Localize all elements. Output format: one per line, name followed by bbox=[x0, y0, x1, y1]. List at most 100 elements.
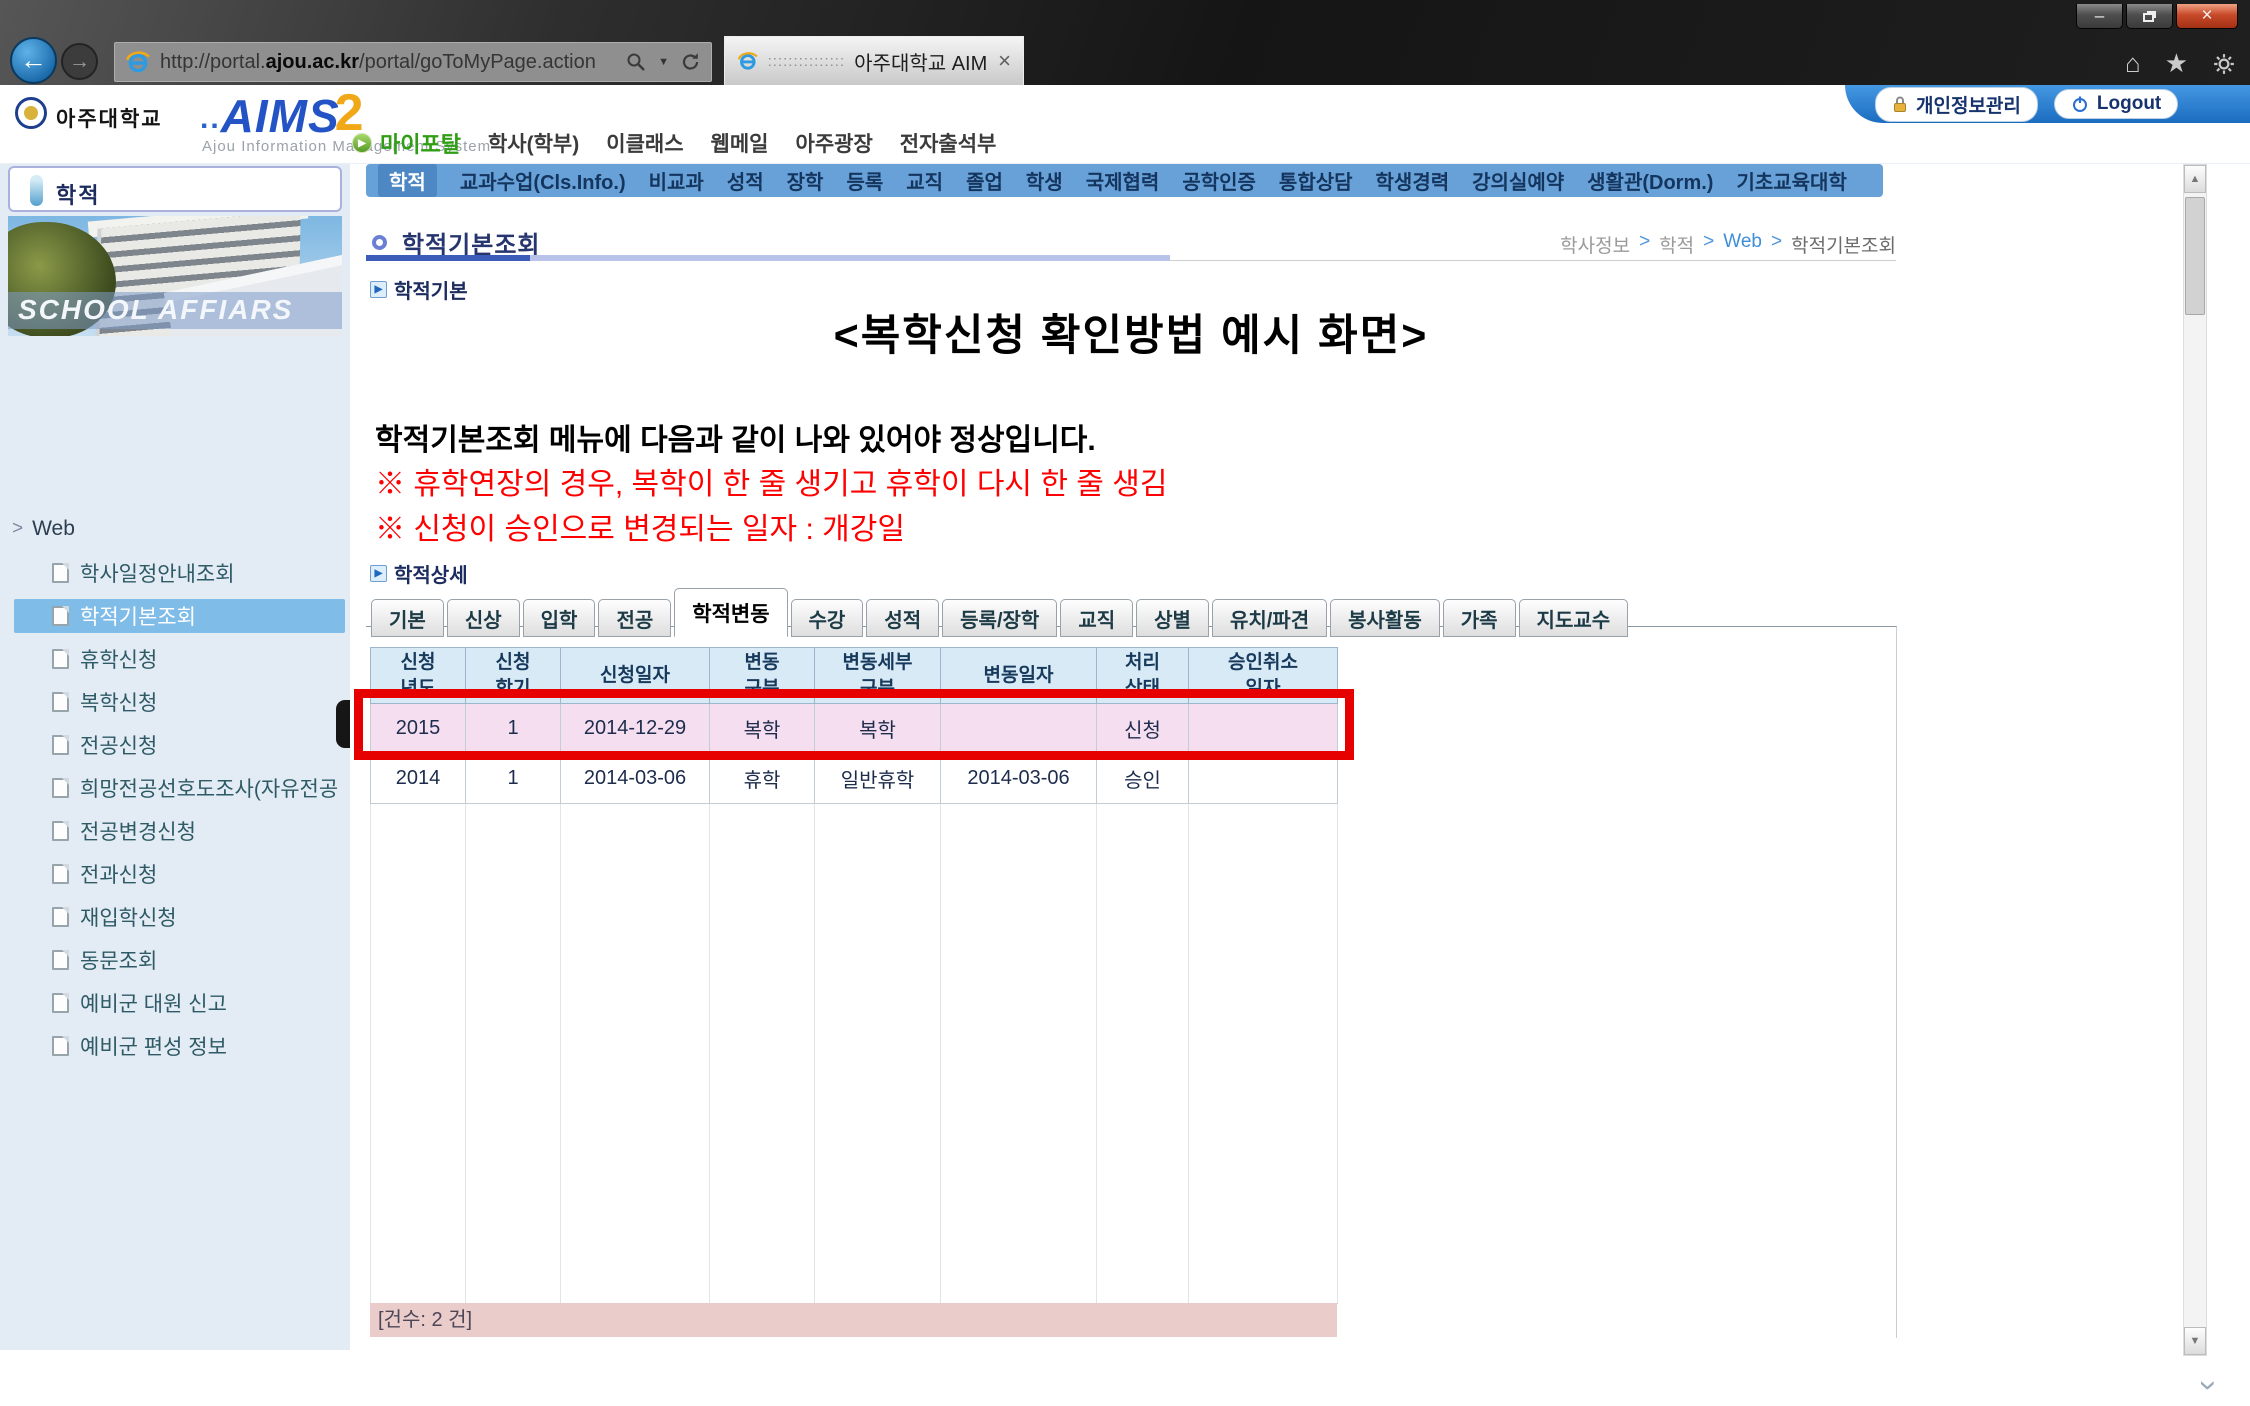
empty-cell bbox=[1097, 954, 1189, 1004]
menubar-item[interactable]: 학생 bbox=[1026, 166, 1063, 195]
empty-cell bbox=[466, 1204, 561, 1254]
header-nav-myportal[interactable]: ▶ 마이포탈 bbox=[352, 127, 461, 159]
header-nav-item[interactable]: 전자출석부 bbox=[900, 128, 997, 158]
vertical-scrollbar[interactable]: ▲ ▼ bbox=[2183, 164, 2207, 1356]
menubar-item[interactable]: 교직 bbox=[906, 166, 943, 195]
tab-item[interactable]: 유치/파견 bbox=[1212, 599, 1327, 637]
search-dropdown-icon[interactable]: ▼ bbox=[658, 56, 669, 68]
table-cell: 2014-03-06 bbox=[941, 754, 1097, 804]
refresh-icon[interactable] bbox=[681, 52, 701, 72]
sidebar-item[interactable]: 희망전공선호도조사(자유전공 bbox=[0, 771, 350, 805]
header-nav-item[interactable]: 웹메일 bbox=[711, 128, 769, 158]
header-nav-item[interactable]: 아주광장 bbox=[796, 128, 873, 158]
sidebar-item[interactable]: 학사일정안내조회 bbox=[0, 556, 350, 590]
logout-button[interactable]: Logout bbox=[2054, 89, 2178, 119]
tab-item[interactable]: 성적 bbox=[866, 599, 939, 637]
tab-item[interactable]: 지도교수 bbox=[1519, 599, 1629, 637]
sidebar-item[interactable]: 학적기본조회 bbox=[14, 599, 345, 633]
minimize-button[interactable]: – bbox=[2076, 4, 2123, 29]
back-button[interactable]: ← bbox=[10, 37, 57, 84]
menubar-item[interactable]: 교과수업(Cls.Info.) bbox=[460, 166, 626, 195]
tab-item[interactable]: 입학 bbox=[523, 599, 596, 637]
sidebar-group-label: Web bbox=[32, 517, 75, 541]
pill-icon bbox=[30, 175, 43, 206]
sidebar-item[interactable]: 예비군 편성 정보 bbox=[0, 1029, 350, 1063]
scroll-down-button[interactable]: ▼ bbox=[2184, 1327, 2206, 1355]
tab-item[interactable]: 학적변동 bbox=[674, 588, 787, 637]
close-button[interactable]: × bbox=[2176, 4, 2238, 29]
sidebar-group-web: > Web bbox=[12, 517, 75, 541]
table-empty-row bbox=[371, 1054, 1338, 1104]
empty-cell bbox=[371, 1104, 466, 1154]
tab-item[interactable]: 전공 bbox=[598, 599, 671, 637]
browser-tab[interactable]: ::::::::::::::: 아주대학교 AIM... × bbox=[724, 36, 1024, 85]
search-icon[interactable] bbox=[626, 52, 646, 72]
table-row[interactable]: 201412014-03-06휴학일반휴학2014-03-06승인 bbox=[371, 754, 1338, 804]
restore-button[interactable] bbox=[2126, 4, 2173, 29]
aims-logo: .. AIMS 2 bbox=[200, 87, 364, 139]
table-empty-row bbox=[371, 804, 1338, 854]
lock-icon bbox=[1892, 95, 1908, 113]
menubar-item[interactable]: 통합상담 bbox=[1279, 166, 1353, 195]
tab-item[interactable]: 가족 bbox=[1443, 599, 1516, 637]
tab-item[interactable]: 봉사활동 bbox=[1330, 599, 1440, 637]
tab-item[interactable]: 교직 bbox=[1060, 599, 1133, 637]
header-nav-item[interactable]: 학사(학부) bbox=[488, 128, 579, 158]
header-nav-item[interactable]: 이클래스 bbox=[606, 128, 683, 158]
sidebar-item[interactable]: 재입학신청 bbox=[0, 900, 350, 934]
menubar-item[interactable]: 졸업 bbox=[966, 166, 1003, 195]
empty-cell bbox=[466, 904, 561, 954]
document-icon bbox=[52, 864, 69, 884]
menubar-item[interactable]: 기초교육대학 bbox=[1736, 166, 1846, 195]
empty-cell bbox=[815, 904, 941, 954]
menubar-item[interactable]: 생활관(Dorm.) bbox=[1587, 166, 1713, 195]
privacy-management-button[interactable]: 개인정보관리 bbox=[1875, 87, 2038, 122]
menubar-item[interactable]: 강의실예약 bbox=[1472, 166, 1564, 195]
tab-item[interactable]: 수강 bbox=[791, 599, 864, 637]
empty-cell bbox=[710, 854, 815, 904]
sidebar-item[interactable]: 휴학신청 bbox=[0, 642, 350, 676]
sidebar-item[interactable]: 전공신청 bbox=[0, 728, 350, 762]
menubar-item[interactable]: 학적 bbox=[378, 164, 437, 197]
empty-cell bbox=[941, 1204, 1097, 1254]
menubar-item[interactable]: 성적 bbox=[727, 166, 764, 195]
empty-cell bbox=[710, 1104, 815, 1154]
corner-chevron-icon: › bbox=[2191, 1380, 2228, 1391]
sidebar-item[interactable]: 예비군 대원 신고 bbox=[0, 986, 350, 1020]
table-empty-row bbox=[371, 1104, 1338, 1154]
tab-item[interactable]: 등록/장학 bbox=[942, 599, 1057, 637]
menubar-item[interactable]: 장학 bbox=[787, 166, 824, 195]
browser-window: – × ← → http://portal.ajou.ac.kr/portal/… bbox=[0, 0, 2250, 1406]
tab-item[interactable]: 신상 bbox=[447, 599, 520, 637]
menubar-item[interactable]: 비교과 bbox=[649, 166, 704, 195]
sidebar-collapse-handle[interactable] bbox=[336, 700, 350, 748]
menubar-item[interactable]: 등록 bbox=[846, 166, 883, 195]
home-icon[interactable]: ⌂ bbox=[2125, 48, 2141, 79]
empty-cell bbox=[710, 1004, 815, 1054]
address-bar[interactable]: http://portal.ajou.ac.kr/portal/goToMyPa… bbox=[114, 42, 712, 82]
settings-gear-icon[interactable] bbox=[2212, 52, 2236, 76]
empty-cell bbox=[1097, 904, 1189, 954]
breadcrumb-part: 학적 bbox=[1659, 231, 1694, 258]
menubar-item[interactable]: 국제협력 bbox=[1086, 166, 1160, 195]
empty-cell bbox=[1189, 1054, 1338, 1104]
document-icon bbox=[52, 1036, 69, 1056]
annotation-red-box bbox=[354, 689, 1354, 760]
sidebar-item[interactable]: 복학신청 bbox=[0, 685, 350, 719]
tab-item[interactable]: 기본 bbox=[371, 599, 444, 637]
empty-cell bbox=[1189, 904, 1338, 954]
section-basic-text: 학적기본 bbox=[394, 275, 468, 304]
restore-icon bbox=[2143, 13, 2154, 22]
empty-cell bbox=[561, 804, 710, 854]
tab-item[interactable]: 상별 bbox=[1136, 599, 1209, 637]
menubar-item[interactable]: 학생경력 bbox=[1376, 166, 1450, 195]
scrollbar-thumb[interactable] bbox=[2185, 197, 2205, 315]
sidebar-item[interactable]: 전공변경신청 bbox=[0, 814, 350, 848]
tab-close-icon[interactable]: × bbox=[998, 51, 1011, 71]
scroll-up-button[interactable]: ▲ bbox=[2184, 165, 2206, 193]
favorites-star-icon[interactable]: ★ bbox=[2165, 48, 2188, 79]
forward-button[interactable]: → bbox=[61, 43, 98, 80]
menubar-item[interactable]: 공학인증 bbox=[1182, 166, 1256, 195]
sidebar-item[interactable]: 전과신청 bbox=[0, 857, 350, 891]
sidebar-item[interactable]: 동문조회 bbox=[0, 943, 350, 977]
